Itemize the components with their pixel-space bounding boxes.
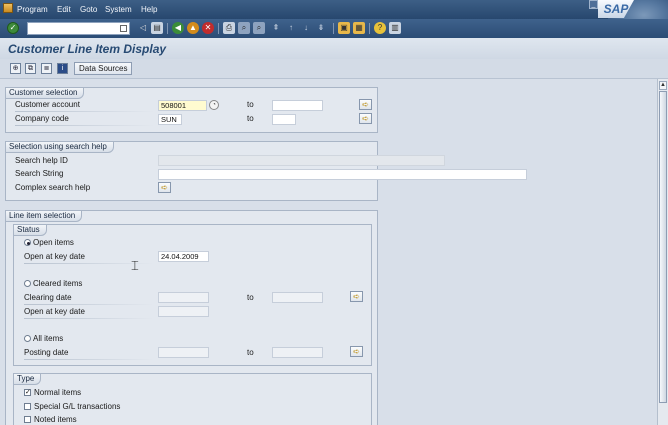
selection-options-icon[interactable]: ≣: [41, 63, 52, 74]
complex-search-help-icon[interactable]: ➪: [158, 182, 171, 193]
page-title: Customer Line Item Display: [8, 42, 167, 56]
company-code-to-field[interactable]: [272, 114, 296, 125]
normal-items-label: Normal items: [34, 388, 82, 397]
create-session-icon[interactable]: ▣: [338, 22, 350, 34]
command-history-icon[interactable]: [120, 25, 127, 32]
label-underline: [24, 359, 154, 360]
company-code-to-label: to: [247, 114, 254, 123]
standard-toolbar: ✓ ◁ ▤ ◀ ▲ ✕ ⎙ ⌕ ⌕ ⇞ ↑ ↓ ⇟ ▣ ▦ ? ▥: [0, 19, 668, 38]
search-help-title: Selection using search help: [5, 141, 114, 153]
noted-items-checkbox[interactable]: [24, 416, 31, 423]
find-next-icon[interactable]: ⌕: [253, 22, 265, 34]
clearing-date-label: Clearing date: [24, 293, 72, 302]
system-menu-icon[interactable]: [3, 3, 13, 13]
cleared-open-at-key-date-field[interactable]: [158, 306, 209, 317]
next-page-icon[interactable]: ↓: [300, 22, 312, 34]
clearing-date-to-label: to: [247, 293, 254, 302]
label-underline: [24, 304, 154, 305]
menu-help[interactable]: Help: [141, 5, 157, 14]
customize-layout-icon[interactable]: ▥: [389, 22, 401, 34]
previous-icon[interactable]: ◁: [137, 22, 149, 34]
menu-program[interactable]: Program: [17, 5, 48, 14]
posting-date-to-label: to: [247, 348, 254, 357]
enter-icon[interactable]: ✓: [7, 22, 19, 34]
minimize-icon[interactable]: _: [589, 0, 598, 9]
menu-bar: Program Edit Goto System Help _ □ × SAP: [0, 0, 668, 38]
info-icon[interactable]: i: [57, 63, 68, 74]
toolbar-separator: [369, 23, 370, 34]
toolbar-separator: [218, 23, 219, 34]
first-page-icon[interactable]: ⇞: [270, 22, 282, 34]
mouse-cursor-icon: ⌶: [131, 258, 139, 273]
line-item-selection-title: Line item selection: [5, 210, 83, 222]
title-bar: Customer Line Item Display: [0, 38, 668, 59]
posting-date-to-field[interactable]: [272, 347, 323, 358]
company-code-label: Company code: [15, 114, 69, 123]
posting-date-label: Posting date: [24, 348, 69, 357]
search-string-field[interactable]: [158, 169, 527, 180]
type-title: Type: [13, 373, 42, 385]
customer-selection-title: Customer selection: [5, 87, 85, 99]
all-items-label: All items: [33, 334, 64, 343]
customer-account-multiple-selection-icon[interactable]: ➪: [359, 99, 372, 110]
command-field[interactable]: [27, 22, 130, 35]
open-items-label: Open items: [33, 238, 74, 247]
normal-items-checkbox[interactable]: ✓: [24, 389, 31, 396]
search-string-label: Search String: [15, 169, 64, 178]
complex-search-help-label: Complex search help: [15, 183, 91, 192]
menu-system[interactable]: System: [105, 5, 132, 14]
company-code-from-field[interactable]: SUN: [158, 114, 182, 125]
vertical-scrollbar[interactable]: ▲: [657, 79, 668, 425]
scroll-thumb[interactable]: [659, 91, 667, 403]
special-gl-label: Special G/L transactions: [34, 402, 121, 411]
customer-account-from-field[interactable]: 508001: [158, 100, 207, 111]
posting-date-multiple-selection-icon[interactable]: ➪: [350, 346, 363, 357]
data-sources-button[interactable]: Data Sources: [74, 62, 133, 75]
customer-account-to-field[interactable]: [272, 100, 323, 111]
get-variant-icon[interactable]: ⧉: [25, 63, 36, 74]
menu-edit[interactable]: Edit: [57, 5, 71, 14]
customer-account-label: Customer account: [15, 100, 80, 109]
label-underline: [24, 318, 154, 319]
clearing-date-from-field[interactable]: [158, 292, 209, 303]
toolbar-separator: [167, 23, 168, 34]
shortcut-icon[interactable]: ▦: [353, 22, 365, 34]
search-help-id-field[interactable]: [158, 155, 445, 166]
clearing-date-to-field[interactable]: [272, 292, 323, 303]
noted-items-label: Noted items: [34, 415, 77, 424]
menu-goto[interactable]: Goto: [80, 5, 97, 14]
scroll-up-icon[interactable]: ▲: [659, 81, 667, 90]
posting-date-from-field[interactable]: [158, 347, 209, 358]
selection-screen: Customer selection Customer account 5080…: [0, 79, 657, 425]
cancel-icon[interactable]: ✕: [202, 22, 214, 34]
open-at-key-date-label: Open at key date: [24, 252, 85, 261]
help-icon[interactable]: ?: [374, 22, 386, 34]
status-title: Status: [13, 224, 47, 236]
print-icon[interactable]: ⎙: [223, 22, 235, 34]
cleared-items-label: Cleared items: [33, 279, 83, 288]
open-at-key-date-field[interactable]: 24.04.2009: [158, 251, 209, 262]
label-underline: [15, 111, 155, 112]
last-page-icon[interactable]: ⇟: [315, 22, 327, 34]
find-icon[interactable]: ⌕: [238, 22, 250, 34]
customer-account-to-label: to: [247, 100, 254, 109]
open-items-radio[interactable]: [24, 239, 31, 246]
all-items-radio[interactable]: [24, 335, 31, 342]
exit-icon[interactable]: ▲: [187, 22, 199, 34]
search-help-id-label: Search help ID: [15, 156, 68, 165]
cleared-open-at-key-date-label: Open at key date: [24, 307, 85, 316]
value-help-icon[interactable]: ◔: [209, 100, 219, 110]
back-icon[interactable]: ◀: [172, 22, 184, 34]
previous-page-icon[interactable]: ↑: [285, 22, 297, 34]
cleared-items-radio[interactable]: [24, 280, 31, 287]
save-icon[interactable]: ▤: [151, 22, 163, 34]
clearing-date-multiple-selection-icon[interactable]: ➪: [350, 291, 363, 302]
toolbar-separator: [333, 23, 334, 34]
execute-icon[interactable]: ⊕: [10, 63, 21, 74]
label-underline: [15, 125, 155, 126]
special-gl-checkbox[interactable]: [24, 403, 31, 410]
company-code-multiple-selection-icon[interactable]: ➪: [359, 113, 372, 124]
application-toolbar: ⊕ ⧉ ≣ i Data Sources: [0, 59, 668, 79]
